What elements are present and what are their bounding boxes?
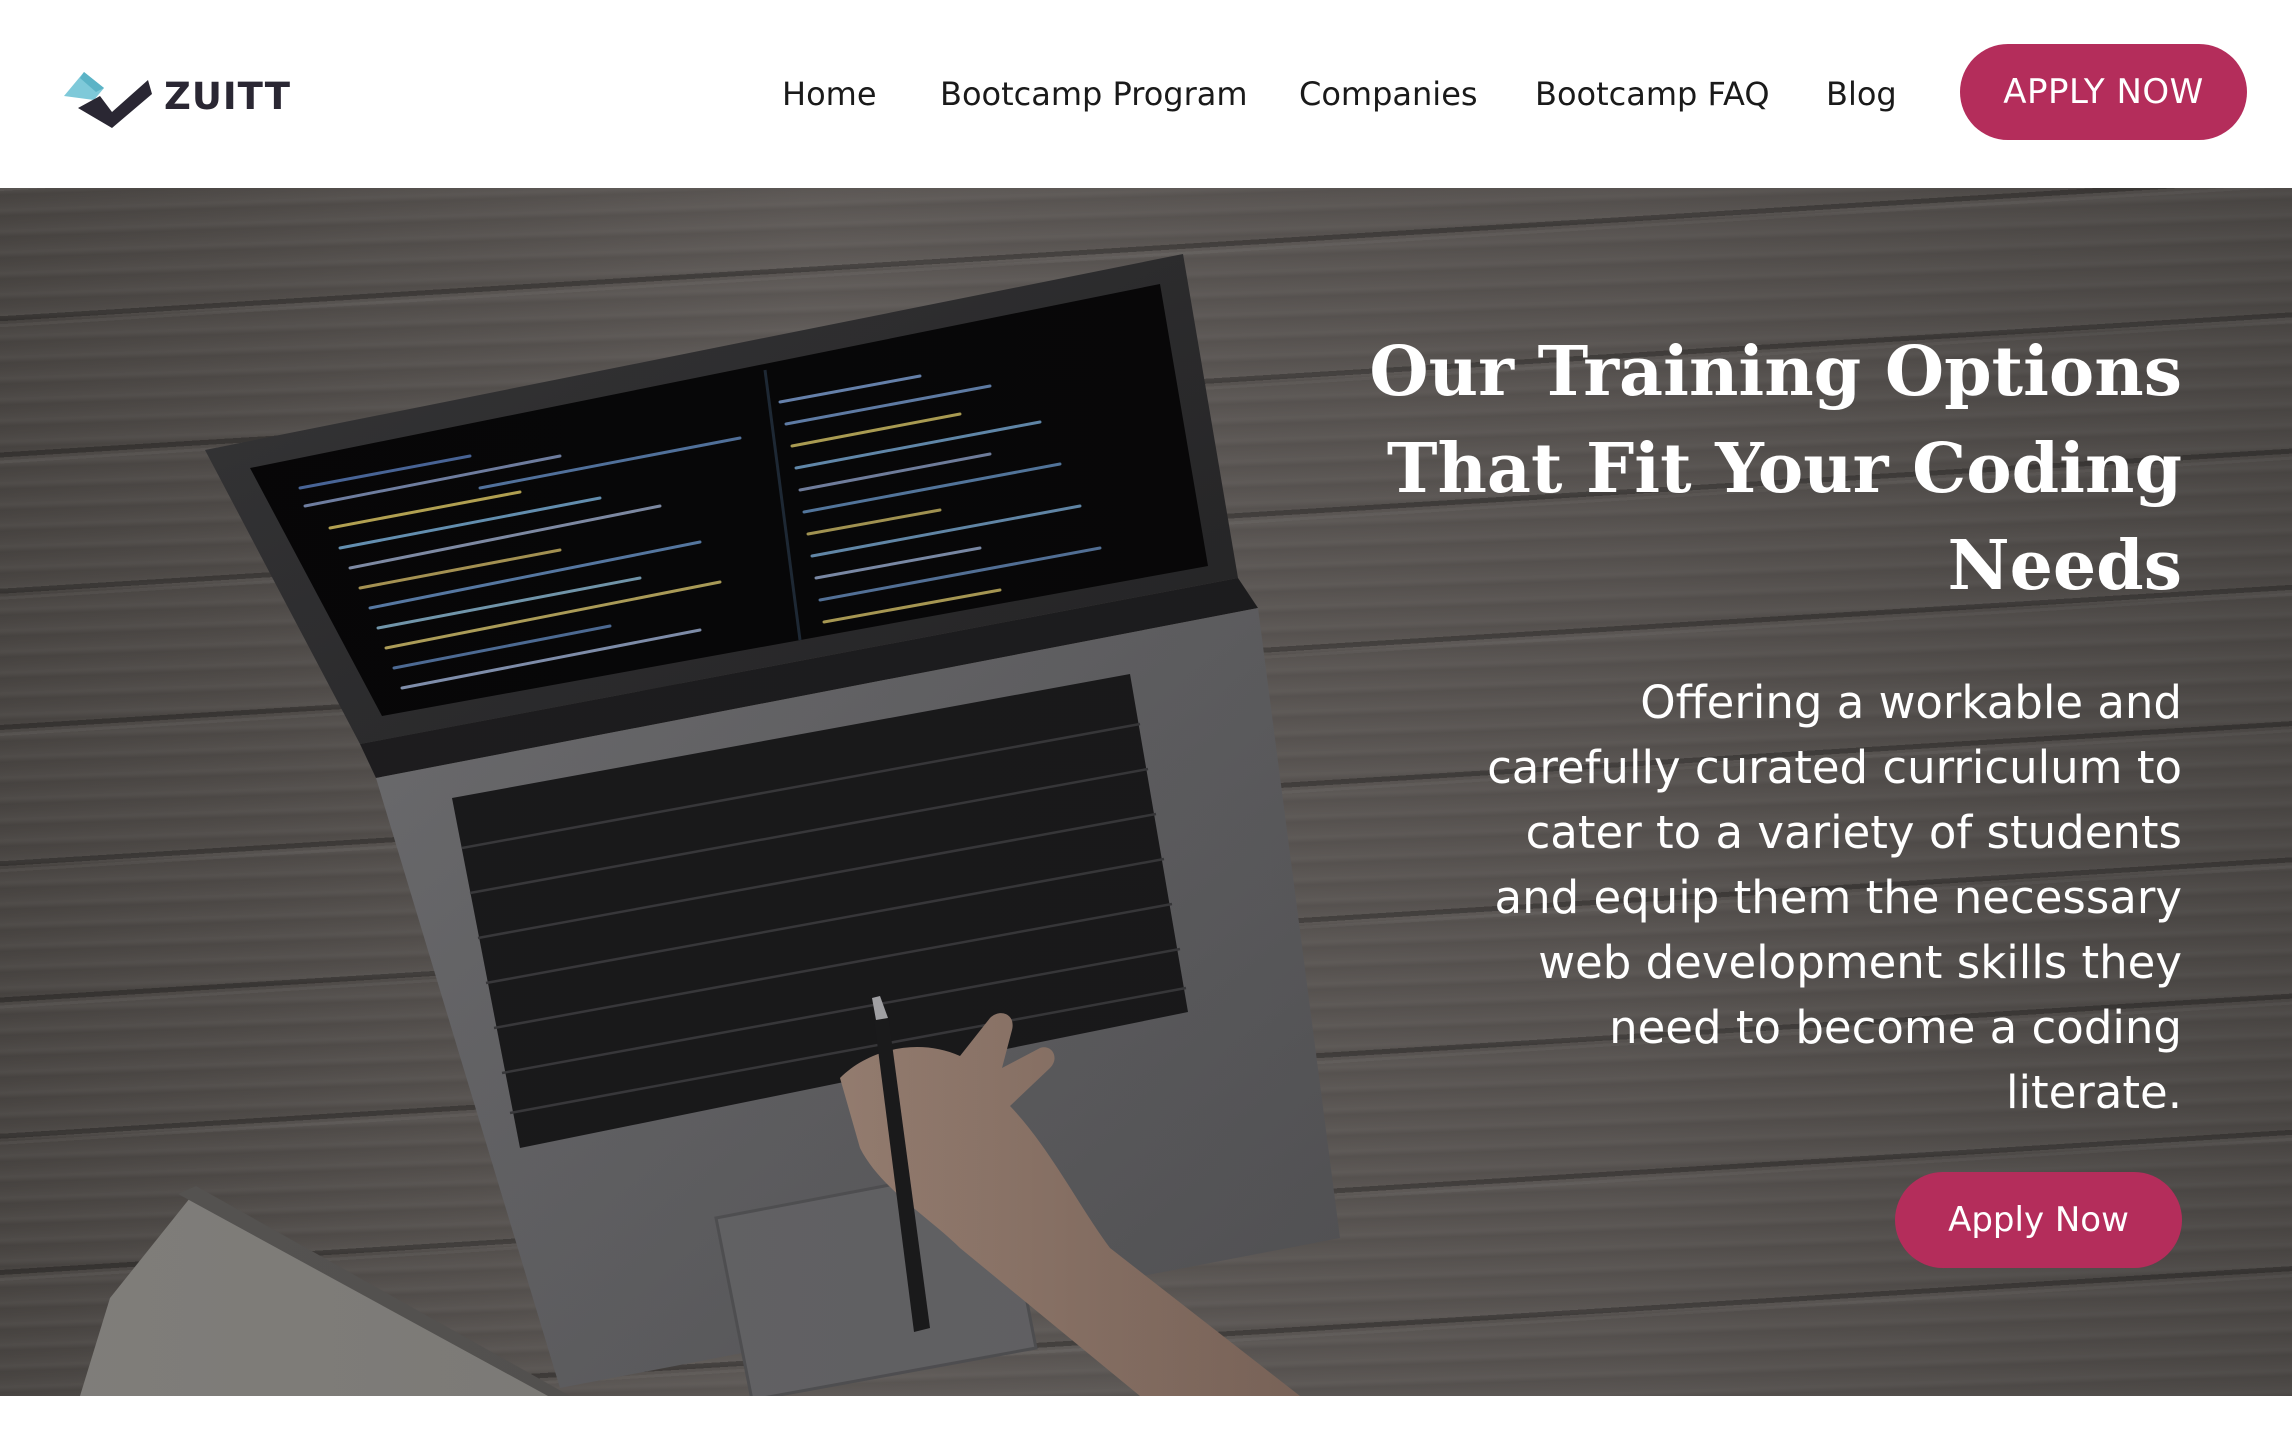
page-bottom-strip [0,1396,2292,1432]
nav-item-home[interactable]: Home [782,67,877,121]
hero-description-line: and equip them the necessary [1494,871,2182,924]
hero-section: Our Training Options That Fit Your Codin… [0,188,2292,1396]
hero-description-line: need to become a coding [1609,1001,2182,1054]
nav-item-bootcamp-faq[interactable]: Bootcamp FAQ [1535,67,1770,121]
hero-title-line: That Fit Your Coding [1386,429,2182,509]
hero-description-line: literate. [2005,1066,2182,1119]
brand-name: ZUITT [164,74,291,118]
hero-description-line: web development skills they [1538,936,2182,989]
hero-title: Our Training Options That Fit Your Codin… [1282,324,2182,615]
apply-now-header-button[interactable]: APPLY NOW [1960,44,2247,140]
hero-title-line: Needs [1947,526,2182,606]
apply-now-hero-button[interactable]: Apply Now [1895,1172,2182,1268]
hero-description-line: carefully curated curriculum to [1487,741,2182,794]
hero-description: Offering a workable and carefully curate… [1422,670,2182,1125]
hero-description-line: Offering a workable and [1640,676,2182,729]
nav-item-companies[interactable]: Companies [1299,67,1478,121]
nav-item-bootcamp-program[interactable]: Bootcamp Program [940,67,1248,121]
hero-description-line: cater to a variety of students [1525,806,2182,859]
zuitt-logo-icon [64,72,152,128]
hero-title-line: Our Training Options [1369,332,2182,412]
site-header: ZUITT Home Bootcamp Program Companies Bo… [0,0,2292,188]
brand-logo-link[interactable]: ZUITT [60,62,291,130]
nav-item-blog[interactable]: Blog [1826,67,1897,121]
